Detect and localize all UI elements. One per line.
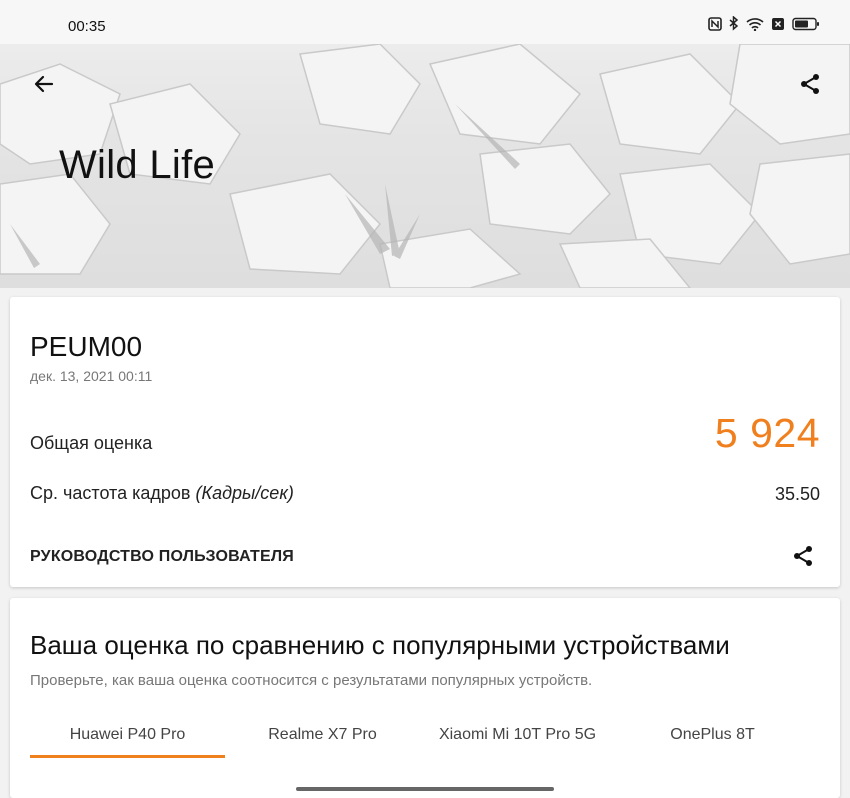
share-result-button[interactable]: [788, 541, 818, 571]
share-button[interactable]: [794, 68, 826, 100]
result-date: дек. 13, 2021 00:11: [30, 368, 153, 384]
comparison-subtitle: Проверьте, как ваша оценка соотносится с…: [30, 672, 593, 689]
battery-icon: [792, 17, 820, 31]
nfc-icon: [708, 16, 722, 31]
arrow-left-icon: [34, 75, 54, 93]
fps-label: Ср. частота кадров (Кадры/сек): [30, 483, 294, 504]
device-tabs: Huawei P40 Pro Realme X7 Pro Xiaomi Mi 1…: [30, 716, 820, 758]
tab-realme-x7-pro[interactable]: Realme X7 Pro: [225, 716, 420, 758]
comparison-card: Ваша оценка по сравнению с популярными у…: [10, 598, 840, 798]
result-card: PEUM00 дек. 13, 2021 00:11 Общая оценка …: [10, 297, 840, 587]
back-button[interactable]: [28, 68, 60, 100]
device-name: PEUM00: [30, 331, 143, 362]
share-icon: [794, 546, 812, 566]
tab-xiaomi-mi-10t-pro-5g[interactable]: Xiaomi Mi 10T Pro 5G: [420, 716, 615, 758]
tab-oneplus-8t[interactable]: OnePlus 8T: [615, 716, 810, 758]
score-label: Общая оценка: [30, 433, 153, 453]
bluetooth-icon: [729, 16, 739, 31]
home-indicator[interactable]: [296, 787, 554, 791]
comparison-title: Ваша оценка по сравнению с популярными у…: [30, 630, 730, 660]
score-value: 5 924: [714, 410, 820, 456]
fps-value: 35.50: [774, 484, 820, 504]
page-title: Wild Life: [59, 143, 216, 187]
fps-unit: (Кадры/сек): [195, 483, 294, 503]
status-icons: [708, 16, 820, 31]
share-icon: [801, 74, 819, 94]
user-guide-link[interactable]: РУКОВОДСТВО ПОЛЬЗОВАТЕЛЯ: [30, 548, 294, 566]
wifi-icon: [746, 17, 764, 31]
tab-huawei-p40-pro[interactable]: Huawei P40 Pro: [30, 716, 225, 758]
sim-icon: [771, 17, 785, 31]
hero-banner: Wild Life: [0, 44, 850, 288]
status-bar: 00:35: [0, 0, 850, 44]
fps-label-text: Ср. частота кадров: [30, 483, 196, 503]
status-time: 00:35: [68, 18, 106, 35]
